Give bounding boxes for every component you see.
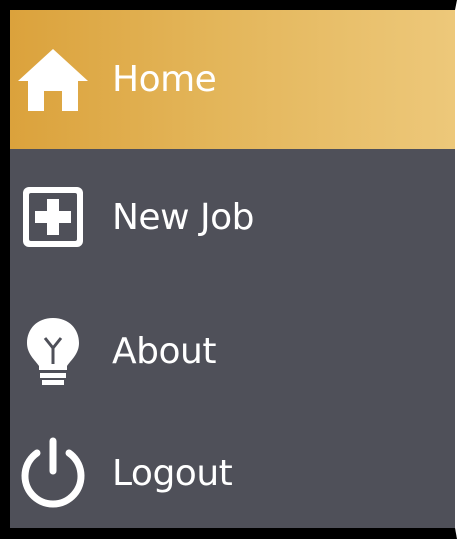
home-icon (16, 43, 90, 117)
sidebar-menu: Home New Job About Logout (10, 10, 455, 528)
power-icon (16, 436, 90, 510)
sidebar-item-about[interactable]: About (10, 285, 455, 418)
sidebar-item-label: New Job (112, 196, 254, 238)
lightbulb-icon (16, 315, 90, 389)
sidebar-item-label: About (112, 331, 216, 372)
sidebar-frame: Home New Job About Logout (0, 0, 457, 539)
sidebar-item-home[interactable]: Home (10, 10, 455, 149)
sidebar-item-label: Logout (112, 452, 233, 494)
sidebar-item-label: Home (112, 59, 217, 100)
sidebar-item-logout[interactable]: Logout (10, 418, 455, 528)
plus-box-icon (16, 180, 90, 254)
sidebar-item-new-job[interactable]: New Job (10, 149, 455, 285)
